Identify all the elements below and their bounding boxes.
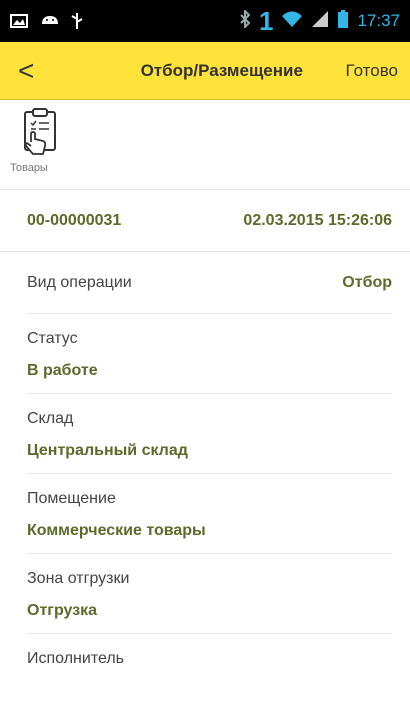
- executor-field[interactable]: Исполнитель: [27, 634, 392, 714]
- usb-icon: [70, 12, 88, 30]
- page-title: Отбор/Размещение: [140, 60, 303, 80]
- status-field[interactable]: Статус В работе: [27, 314, 392, 394]
- clipboard-tap-icon: [8, 106, 88, 158]
- battery-icon: [337, 9, 349, 34]
- signal-icon: [311, 10, 329, 33]
- status-bar: 1 17:37: [0, 0, 410, 42]
- bluetooth-icon: [239, 8, 251, 33]
- room-field[interactable]: Помещение Коммерческие товары: [27, 474, 392, 554]
- document-header: 00-00000031 02.03.2015 15:26:06: [0, 190, 410, 252]
- operation-value: Отбор: [342, 273, 392, 291]
- operation-label: Вид операции: [27, 273, 132, 291]
- done-button[interactable]: Готово: [346, 61, 399, 81]
- status-value: В работе: [27, 362, 98, 379]
- warehouse-value: Центральный склад: [27, 442, 188, 459]
- shipping-zone-value: Отгрузка: [27, 602, 98, 619]
- toolbar: Товары: [0, 100, 410, 190]
- wifi-icon: [281, 10, 303, 33]
- image-icon: [10, 12, 28, 30]
- status-bar-right: 1 17:37: [239, 8, 400, 34]
- goods-label: Товары: [10, 162, 48, 174]
- room-value: Коммерческие товары: [27, 522, 206, 539]
- app-bar: < Отбор/Размещение Готово: [0, 42, 410, 100]
- goods-button[interactable]: Товары: [8, 106, 88, 174]
- back-button[interactable]: <: [18, 56, 58, 85]
- shipping-zone-field[interactable]: Зона отгрузки Отгрузка: [27, 554, 392, 634]
- status-bar-left: [10, 12, 88, 30]
- status-label: Статус: [27, 330, 78, 347]
- shipping-zone-label: Зона отгрузки: [27, 570, 130, 587]
- document-number: 00-00000031: [27, 211, 122, 229]
- warehouse-label: Склад: [27, 410, 74, 427]
- executor-label: Исполнитель: [27, 650, 125, 667]
- operation-field[interactable]: Вид операции Отбор: [27, 252, 392, 314]
- room-label: Помещение: [27, 490, 116, 507]
- warehouse-field[interactable]: Склад Центральный склад: [27, 394, 392, 474]
- document-datetime: 02.03.2015 15:26:06: [243, 211, 392, 229]
- android-icon: [40, 12, 58, 30]
- clock: 17:37: [357, 11, 400, 30]
- notification-count: 1: [258, 6, 274, 36]
